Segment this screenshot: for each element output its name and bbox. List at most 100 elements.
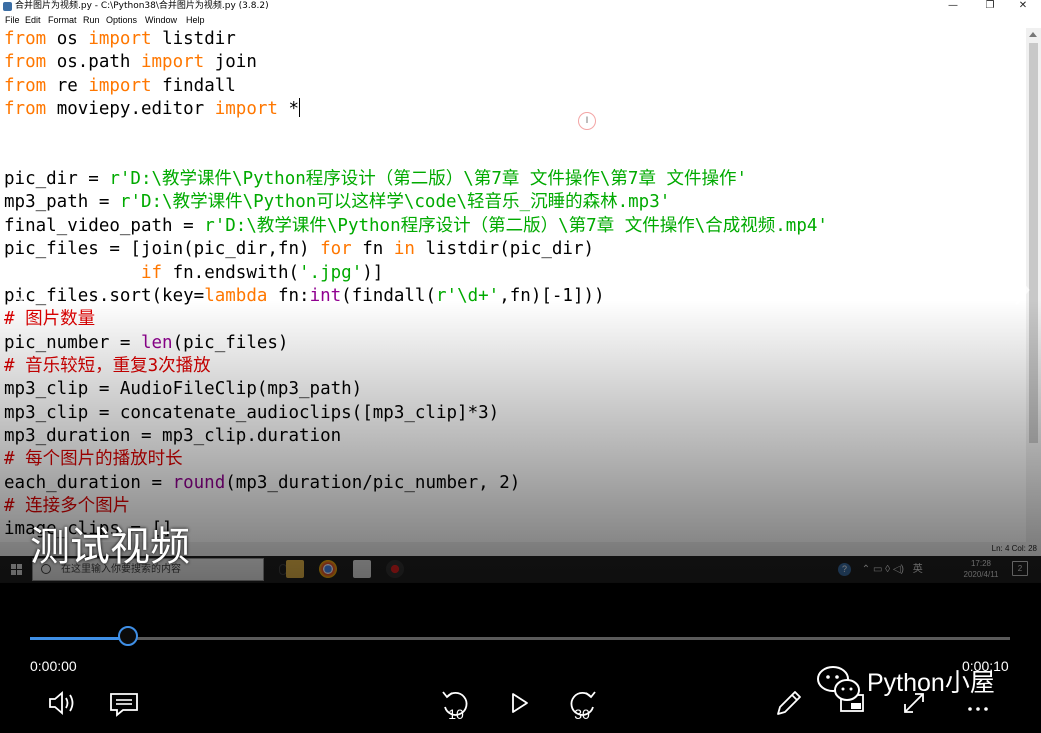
next-arrow-icon[interactable] — [1012, 270, 1032, 310]
code-token: os.path — [46, 52, 141, 73]
code-token: import — [140, 52, 205, 73]
code-token: # 连接多个图片 — [4, 496, 131, 516]
tray-icons[interactable]: ⌃ ▭ ◊ ◁) — [862, 564, 904, 575]
code-token: each_duration = — [4, 472, 173, 493]
code-token: import — [88, 75, 152, 96]
clock-time: 17:28 — [970, 559, 992, 568]
code-token: * — [277, 99, 300, 120]
chrome-icon[interactable] — [319, 560, 337, 578]
code-line: mp3_path = r'D:\教学课件\Python可以这样学\code\轻音… — [4, 191, 670, 214]
scrollbar-thumb[interactable] — [1029, 43, 1038, 443]
code-token: len — [140, 332, 173, 353]
skip-back-button[interactable]: 10 — [436, 683, 476, 723]
code-token: fn.endswith( — [162, 262, 300, 283]
code-token: lambda — [204, 285, 268, 306]
code-token: listdir — [151, 29, 236, 49]
minimize-button[interactable]: — — [935, 0, 971, 13]
ime-indicator[interactable]: 英 — [913, 564, 923, 575]
code-line: # 连接多个图片 — [4, 495, 130, 518]
menu-run[interactable]: Run — [83, 13, 100, 27]
code-token: mp3_duration = mp3_clip.duration — [4, 425, 342, 446]
code-token: os — [46, 29, 89, 49]
code-token: findall — [151, 75, 236, 96]
code-line: mp3_duration = mp3_clip.duration — [4, 425, 341, 448]
text-caret — [299, 98, 301, 118]
code-line: pic_number = len(pic_files) — [4, 332, 288, 355]
notification-center-icon[interactable]: 2 — [1012, 561, 1028, 576]
code-line: if fn.endswith('.jpg')] — [4, 262, 383, 285]
skip-forward-label: 30 — [574, 706, 590, 722]
play-icon — [512, 693, 528, 713]
code-line: from moviepy.editor import * — [4, 98, 301, 121]
code-line: pic_dir = r'D:\教学课件\Python程序设计（第二版）\第7章 … — [4, 168, 747, 191]
code-token: round — [172, 472, 226, 493]
code-token: from — [4, 75, 47, 96]
python-app-icon — [3, 2, 12, 11]
help-icon[interactable]: ? — [838, 562, 851, 576]
code-token: r'\d+' — [436, 285, 500, 306]
code-token: pic_number = — [4, 332, 141, 353]
wechat-logo-icon — [817, 666, 860, 701]
code-token: int — [309, 285, 342, 306]
windows-start-icon[interactable] — [11, 564, 22, 575]
code-line: from re import findall — [4, 75, 236, 98]
code-line: mp3_clip = concatenate_audioclips([mp3_c… — [4, 402, 499, 425]
mouse-cursor-indicator: I — [578, 112, 596, 130]
skip-forward-button[interactable]: 30 — [562, 683, 602, 723]
menu-format[interactable]: Format — [48, 13, 77, 27]
menu-options[interactable]: Options — [106, 13, 137, 27]
taskbar-clock[interactable]: 17:28 2020/4/11 — [958, 558, 1004, 580]
progress-bar[interactable] — [30, 626, 1010, 646]
code-token: mp3_clip = concatenate_audioclips([mp3_c… — [4, 402, 500, 423]
notepad-icon[interactable] — [353, 560, 371, 578]
video-title: 测试视频 — [30, 524, 190, 570]
scroll-up-icon[interactable] — [1029, 32, 1037, 37]
code-line: pic_files.sort(key=lambda fn:int(findall… — [4, 285, 605, 308]
close-button[interactable]: ✕ — [1005, 0, 1041, 13]
code-token: '.jpg' — [299, 262, 363, 283]
maximize-button[interactable]: ❐ — [972, 0, 1008, 13]
code-token: r'D:\教学课件\Python程序设计（第二版）\第7章 文件操作\合成视频.… — [204, 215, 828, 236]
window-titlebar: 合并图片为视频.py - C:\Python38\合并图片为视频.py (3.8… — [0, 0, 1041, 13]
code-token: mp3_path = — [4, 192, 120, 213]
skip-back-icon: 10 — [442, 691, 468, 722]
code-token: # 图片数量 — [4, 309, 96, 330]
record-icon[interactable] — [386, 560, 404, 578]
volume-button[interactable] — [42, 683, 82, 723]
video-player: 合并图片为视频.py - C:\Python38\合并图片为视频.py (3.8… — [0, 0, 1041, 733]
clock-date: 2020/4/11 — [963, 570, 999, 579]
previous-arrow-icon[interactable] — [8, 270, 28, 310]
progress-fill — [30, 637, 128, 640]
play-button[interactable] — [498, 683, 538, 723]
code-line: mp3_clip = AudioFileClip(mp3_path) — [4, 378, 362, 401]
code-token: final_video_path = — [4, 215, 205, 236]
code-token: fn — [351, 239, 394, 260]
code-token: # 每个图片的播放时长 — [4, 449, 183, 470]
code-token: # 音乐较短，重复3次播放 — [4, 355, 211, 376]
code-editor[interactable]: from os import listdir from os.path impor… — [0, 28, 1026, 542]
menu-bar: File Edit Format Run Options Window Help — [0, 13, 1041, 27]
code-token: (mp3_duration/pic_number, 2) — [225, 472, 521, 493]
code-line: final_video_path = r'D:\教学课件\Python程序设计（… — [4, 215, 828, 238]
code-line: # 音乐较短，重复3次播放 — [4, 355, 211, 378]
code-token: join — [204, 52, 257, 73]
menu-window[interactable]: Window — [145, 13, 177, 27]
skip-back-label: 10 — [448, 706, 464, 722]
menu-edit[interactable]: Edit — [25, 13, 41, 27]
progress-thumb[interactable] — [118, 626, 138, 646]
file-explorer-icon[interactable] — [286, 560, 304, 578]
code-token: for — [320, 239, 352, 260]
code-token: import — [88, 29, 152, 49]
menu-help[interactable]: Help — [186, 13, 205, 27]
code-token: if — [140, 262, 163, 283]
code-token: from — [4, 99, 47, 120]
code-token: pic_files.sort(key= — [4, 285, 205, 306]
captions-button[interactable] — [104, 683, 144, 723]
code-line: each_duration = round(mp3_duration/pic_n… — [4, 472, 520, 495]
edit-button[interactable] — [768, 683, 808, 723]
code-token: import — [214, 99, 278, 120]
code-token: re — [46, 75, 89, 96]
idle-editor-window: 合并图片为视频.py - C:\Python38\合并图片为视频.py (3.8… — [0, 0, 1041, 556]
code-token: in — [393, 239, 415, 260]
menu-file[interactable]: File — [5, 13, 20, 27]
